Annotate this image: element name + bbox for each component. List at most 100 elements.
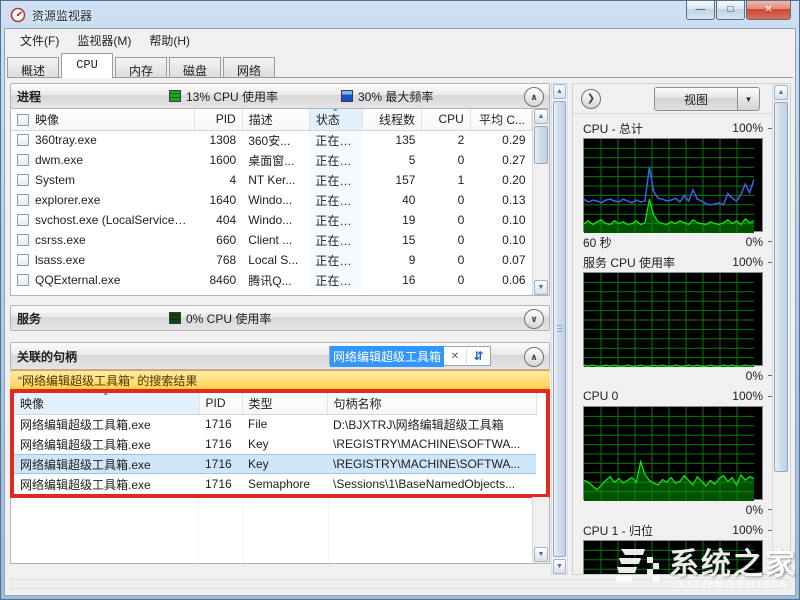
menu-help[interactable]: 帮助(H) [140, 29, 199, 52]
column-header[interactable]: 线程数 [362, 109, 421, 130]
menu-monitor[interactable]: 监视器(M) [68, 29, 140, 52]
graph-max-label: 100% [732, 255, 763, 269]
column-header[interactable]: 句柄名称 [327, 393, 536, 414]
client-area: 文件(F) 监视器(M) 帮助(H) 概述CPU内存磁盘网络 进程 13% CP… [4, 28, 796, 596]
tab-CPU[interactable]: CPU [61, 53, 113, 78]
process-scrollbar[interactable]: ▲ ▼ [532, 109, 549, 295]
graph-1: CPU - 总计100%60 秒0% [583, 118, 779, 252]
row-checkbox[interactable] [17, 194, 29, 206]
close-button[interactable]: ✕ [746, 1, 791, 20]
main-vertical-scrollbar[interactable]: ▲ ▼ [551, 83, 568, 575]
graphs-scrollbar[interactable]: ▲ ▼ [772, 85, 789, 573]
app-icon [10, 7, 26, 23]
graph-title: CPU 0 [583, 389, 618, 403]
handle-search-box[interactable]: 网络编辑超级工具箱 ✕ ⇵ [329, 346, 491, 366]
collapse-handles-button[interactable]: ∧ [524, 347, 544, 367]
column-header[interactable]: PID [194, 109, 242, 130]
row-checkbox[interactable] [17, 154, 29, 166]
cpu-usage-legend: 13% CPU 使用率 [169, 88, 278, 105]
menu-bar: 文件(F) 监视器(M) 帮助(H) [5, 29, 795, 52]
process-row[interactable]: QQExternal.exe8460腾讯Q...正在运行1600.06 [11, 270, 532, 290]
row-checkbox[interactable] [17, 254, 29, 266]
handles-empty-area: ▼ [10, 498, 550, 564]
tab-内存[interactable]: 内存 [115, 57, 167, 78]
collapse-processes-button[interactable]: ∧ [524, 87, 544, 107]
graph-title: 服务 CPU 使用率 [583, 254, 675, 271]
maximize-button[interactable]: □ [716, 1, 745, 20]
row-checkbox[interactable] [17, 214, 29, 226]
tab-概述[interactable]: 概述 [7, 57, 59, 78]
scroll-down-icon[interactable]: ▼ [534, 547, 548, 562]
column-header[interactable]: 描述 [242, 109, 309, 130]
graphs-panel: ❯ 视图 ▼ CPU - 总计100%60 秒0%服务 CPU 使用率100%0… [572, 83, 791, 575]
services-panel-header[interactable]: 服务 0% CPU 使用率 ∨ [10, 305, 550, 331]
handles-scrollbar[interactable]: ▼ [532, 497, 549, 563]
handle-row[interactable]: 网络编辑超级工具箱.exe1716Semaphore\Sessions\1\Ba… [14, 474, 536, 494]
processes-title: 进程 [17, 88, 41, 105]
left-panels: 进程 13% CPU 使用率 30% 最大频率 ∧ 映像PID描述▲状态线程数C… [10, 83, 550, 575]
search-go-icon[interactable]: ⇵ [466, 349, 490, 363]
watermark: 系统之家 XITONGZHIJIA [611, 539, 797, 591]
max-frequency-legend: 30% 最大频率 [341, 88, 433, 105]
chevron-down-icon[interactable]: ▼ [737, 88, 759, 110]
graph-min-label: 0% [746, 503, 763, 517]
scroll-up-icon[interactable]: ▲ [774, 85, 788, 100]
process-row[interactable]: dwm.exe1600桌面窗...正在运行500.27 [11, 150, 532, 170]
handles-panel-header[interactable]: 关联的句柄 网络编辑超级工具箱 ✕ ⇵ ∧ [10, 342, 550, 370]
process-row[interactable]: 360tray.exe1308360安...正在运行13520.29 [11, 130, 532, 150]
column-header[interactable]: CPU [421, 109, 470, 130]
process-row[interactable]: System4NT Ker...正在运行15710.20 [11, 170, 532, 190]
collapse-graphs-button[interactable]: ❯ [581, 89, 601, 109]
handles-title: 关联的句柄 [17, 348, 77, 365]
graph-min-label: 0% [746, 369, 763, 383]
graphs-panel-header: ❯ 视图 ▼ [573, 84, 790, 114]
watermark-logo-icon [611, 545, 663, 585]
graphs-column: CPU - 总计100%60 秒0%服务 CPU 使用率100%0%CPU 01… [583, 118, 779, 575]
column-header[interactable]: ▲映像 [14, 393, 199, 414]
graph-max-label: 100% [732, 121, 763, 135]
process-list: 映像PID描述▲状态线程数CPU平均 C... 360tray.exe13083… [10, 109, 550, 296]
annotation-red-box: ▲映像PID类型句柄名称 网络编辑超级工具箱.exe1716FileD:\BJX… [10, 389, 550, 498]
title-bar[interactable]: 资源监视器 — □ ✕ [1, 1, 799, 29]
minimize-button[interactable]: — [686, 1, 715, 20]
scroll-up-icon[interactable]: ▲ [534, 109, 548, 124]
services-title: 服务 [17, 310, 41, 327]
process-row[interactable]: lsass.exe768Local S...正在运行900.07 [11, 250, 532, 270]
handle-row[interactable]: 网络编辑超级工具箱.exe1716FileD:\BJXTRJ\网络编辑超级工具箱 [14, 414, 536, 434]
process-row[interactable]: explorer.exe1640Windo...正在运行4000.13 [11, 190, 532, 210]
column-header[interactable]: 映像 [11, 109, 194, 130]
scroll-up-icon[interactable]: ▲ [553, 84, 566, 99]
handles-table: ▲映像PID类型句柄名称 网络编辑超级工具箱.exe1716FileD:\BJX… [14, 393, 537, 494]
graph-title: CPU - 总计 [583, 120, 643, 137]
handle-row[interactable]: 网络编辑超级工具箱.exe1716Key\REGISTRY\MACHINE\SO… [14, 434, 536, 454]
menu-file[interactable]: 文件(F) [11, 29, 68, 52]
clear-search-icon[interactable]: ✕ [444, 351, 466, 362]
column-header[interactable]: PID [199, 393, 242, 414]
tab-磁盘[interactable]: 磁盘 [169, 57, 221, 78]
window-title: 资源监视器 [32, 7, 92, 24]
column-header[interactable]: 平均 C... [470, 109, 531, 130]
search-input[interactable]: 网络编辑超级工具箱 [330, 346, 444, 367]
row-checkbox[interactable] [17, 234, 29, 246]
watermark-subtitle: XITONGZHIJIA [669, 579, 797, 591]
process-row[interactable]: svchost.exe (LocalServiceN...404Windo...… [11, 210, 532, 230]
scroll-down-icon[interactable]: ▼ [534, 280, 548, 295]
column-header[interactable]: ▲状态 [309, 109, 362, 130]
graph-min-label: 0% [746, 235, 763, 249]
row-checkbox[interactable] [17, 134, 29, 146]
graph-max-label: 100% [732, 389, 763, 403]
row-checkbox[interactable] [17, 274, 29, 286]
tab-网络[interactable]: 网络 [223, 57, 275, 78]
process-table: 映像PID描述▲状态线程数CPU平均 C... 360tray.exe13083… [11, 109, 532, 290]
scroll-down-icon[interactable]: ▼ [553, 559, 566, 574]
resource-monitor-window: 资源监视器 — □ ✕ 文件(F) 监视器(M) 帮助(H) 概述CPU内存磁盘… [0, 0, 800, 600]
process-row[interactable]: csrss.exe660Client ...正在运行1500.10 [11, 230, 532, 250]
column-header[interactable]: 类型 [242, 393, 327, 414]
expand-services-button[interactable]: ∨ [524, 309, 544, 329]
view-button[interactable]: 视图 ▼ [654, 87, 760, 111]
handle-row[interactable]: 网络编辑超级工具箱.exe1716Key\REGISTRY\MACHINE\SO… [14, 454, 536, 474]
select-all-checkbox[interactable] [17, 114, 29, 126]
cpu-usage-icon [169, 90, 181, 102]
row-checkbox[interactable] [17, 174, 29, 186]
processes-panel-header[interactable]: 进程 13% CPU 使用率 30% 最大频率 ∧ [10, 83, 550, 109]
